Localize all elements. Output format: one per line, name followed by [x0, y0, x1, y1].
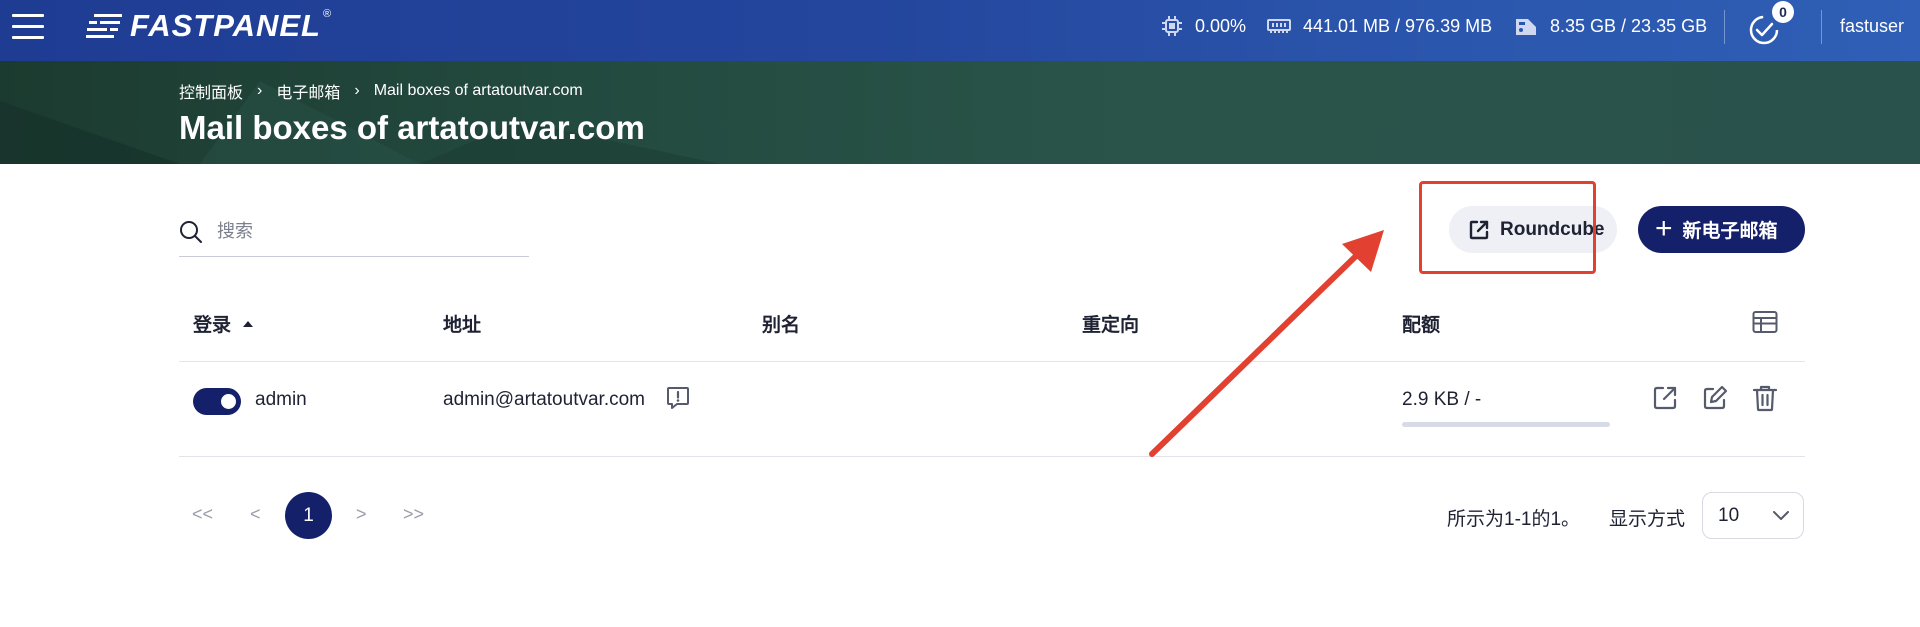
- hamburger-icon[interactable]: [12, 13, 44, 45]
- column-header-address: 地址: [443, 315, 482, 336]
- logo[interactable]: FASTPANEL ®: [86, 8, 331, 44]
- sort-asc-icon: [243, 320, 254, 327]
- search-input[interactable]: [217, 217, 517, 245]
- search-box: [179, 210, 529, 257]
- cpu-icon: [1162, 16, 1182, 36]
- cell-quota: 2.9 KB / -: [1402, 389, 1482, 410]
- ram-stat: 441.01 MB / 976.39 MB: [1267, 14, 1492, 38]
- column-header-login[interactable]: 登录: [193, 310, 254, 337]
- pagination-last[interactable]: >>: [403, 504, 424, 525]
- cpu-value: 0.00%: [1195, 15, 1247, 36]
- search-icon: [180, 221, 202, 243]
- cell-address: admin@artatoutvar.com: [443, 389, 645, 410]
- pagination-next[interactable]: >: [356, 504, 367, 525]
- new-mailbox-button[interactable]: + 新电子邮箱: [1638, 206, 1805, 253]
- cpu-stat: 0.00%: [1161, 14, 1246, 38]
- memory-icon: [1267, 19, 1291, 33]
- comment-alert-icon[interactable]: [665, 385, 691, 411]
- breadcrumb-email[interactable]: 电子邮箱: [276, 79, 340, 103]
- page-header: 控制面板 › 电子邮箱 › Mail boxes of artatoutvar.…: [0, 61, 1920, 164]
- table-divider: [179, 361, 1805, 362]
- column-header-redirect: 重定向: [1082, 315, 1140, 336]
- trash-icon[interactable]: [1752, 384, 1778, 412]
- chevron-down-icon: [1773, 511, 1789, 520]
- page-size-label: 显示方式: [1609, 509, 1686, 530]
- pagination-info: 所示为1-1的1。: [1447, 509, 1581, 530]
- table-columns-icon[interactable]: [1752, 310, 1778, 334]
- pagination-first[interactable]: <<: [192, 504, 213, 525]
- logo-text: FASTPANEL: [130, 8, 321, 43]
- logo-registered: ®: [323, 8, 332, 20]
- annotation-highlight-box: [1419, 181, 1596, 274]
- page-size-value: 10: [1718, 504, 1740, 526]
- column-header-quota: 配额: [1402, 315, 1441, 336]
- divider: [1821, 10, 1822, 44]
- breadcrumb-separator: ›: [354, 82, 360, 99]
- breadcrumb-separator: ›: [257, 82, 263, 99]
- plus-icon: +: [1655, 211, 1673, 245]
- disk-value: 8.35 GB / 23.35 GB: [1550, 15, 1708, 36]
- top-bar: FASTPANEL ® 0.00% 441.01 MB / 976.39 MB: [0, 0, 1920, 61]
- mailbox-enabled-toggle[interactable]: [193, 388, 241, 415]
- breadcrumb-current: Mail boxes of artatoutvar.com: [373, 82, 583, 99]
- ram-value: 441.01 MB / 976.39 MB: [1303, 15, 1493, 36]
- page-size-select[interactable]: 10: [1702, 492, 1804, 539]
- user-menu[interactable]: fastuser: [1840, 16, 1904, 37]
- divider: [1724, 10, 1725, 44]
- quota-progress-bar: [1402, 422, 1610, 427]
- pagination-prev[interactable]: <: [250, 504, 261, 525]
- column-header-login-label: 登录: [193, 315, 232, 336]
- open-webmail-icon[interactable]: [1651, 384, 1679, 412]
- cell-login: admin: [255, 389, 307, 410]
- disk-icon: [1516, 19, 1536, 35]
- disk-stat: 8.35 GB / 23.35 GB: [1514, 14, 1707, 38]
- pagination-page-current[interactable]: 1: [285, 492, 332, 539]
- tasks-badge[interactable]: 0: [1772, 1, 1794, 23]
- column-header-alias: 别名: [762, 315, 801, 336]
- table-divider: [179, 456, 1805, 457]
- breadcrumb-dashboard[interactable]: 控制面板: [179, 79, 243, 103]
- new-mailbox-label: 新电子邮箱: [1682, 221, 1778, 242]
- page-title: Mail boxes of artatoutvar.com: [179, 109, 645, 146]
- breadcrumb: 控制面板 › 电子邮箱 › Mail boxes of artatoutvar.…: [179, 79, 583, 103]
- edit-icon[interactable]: [1701, 384, 1729, 412]
- logo-mark-icon: [86, 14, 122, 38]
